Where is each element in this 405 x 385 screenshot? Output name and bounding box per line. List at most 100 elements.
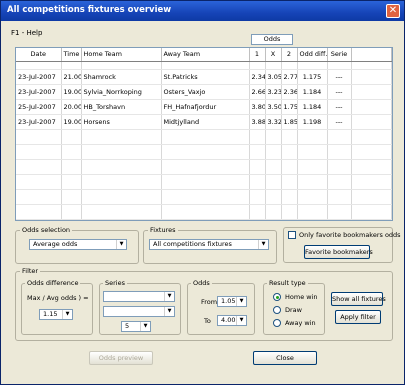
odds-to-value: 4.00 xyxy=(221,316,236,324)
favorite-bookmakers-checkbox-label: Only favorite bookmakers odds xyxy=(299,231,401,239)
table-empty-row xyxy=(16,159,392,175)
odds-range-label: Odds xyxy=(191,279,212,287)
cell-away-team: St.Patricks xyxy=(161,69,250,85)
cell-away-odds: 1.75 xyxy=(281,99,298,115)
table-row[interactable]: 23-Jul-2007 19.00 Horsens Midtjylland 3.… xyxy=(16,114,392,130)
window-title: All competitions fixtures overview xyxy=(7,5,172,15)
table-empty-row xyxy=(16,174,392,190)
fixtures-grid: Date Time Home Team Away Team 1 X 2 Odd … xyxy=(15,47,393,221)
odds-difference-dropdown[interactable]: 1.15 ▼ xyxy=(39,309,73,320)
column-header-serie[interactable]: Serie xyxy=(327,48,352,62)
chevron-down-icon: ▼ xyxy=(164,307,174,316)
table-empty-row xyxy=(16,204,392,220)
cell-home-odds: 2.34 xyxy=(249,69,266,85)
column-header-home-team[interactable]: Home Team xyxy=(81,48,162,62)
series-dropdown-1[interactable]: ▼ xyxy=(103,291,175,302)
odds-column-group-header: Odds xyxy=(251,34,293,45)
chevron-down-icon: ▼ xyxy=(164,292,174,301)
table-empty-row xyxy=(16,129,392,145)
fixtures-window: All competitions fixtures overview ✕ F1 … xyxy=(0,0,405,385)
cell-time: 19.00 xyxy=(61,114,82,130)
cell-serie: --- xyxy=(327,84,352,100)
series-count-dropdown[interactable]: 5 ▼ xyxy=(121,321,151,332)
result-type-label: Result type xyxy=(267,279,308,287)
cell-away-team: Midtjylland xyxy=(161,114,250,130)
odds-preview-button[interactable]: Odds preview xyxy=(89,351,153,365)
cell-time: 20.00 xyxy=(61,99,82,115)
cell-draw-odds: 3.05 xyxy=(265,69,282,85)
cell-time: 21.00 xyxy=(61,69,82,85)
filter-label: Filter xyxy=(20,267,41,275)
odds-from-dropdown[interactable]: 1.05 ▼ xyxy=(217,296,247,307)
odds-to-label: To xyxy=(204,317,211,325)
cell-away-odds: 1.85 xyxy=(281,114,298,130)
odds-difference-caption: Max / Avg odds ) = xyxy=(27,294,89,302)
result-away-win-radio[interactable] xyxy=(273,319,281,327)
odds-difference-label: Odds difference xyxy=(25,279,81,287)
odds-from-label: From xyxy=(201,298,218,306)
close-icon[interactable]: ✕ xyxy=(386,4,400,18)
help-menu[interactable]: F1 - Help xyxy=(11,29,42,37)
cell-draw-odds: 3.32 xyxy=(265,114,282,130)
cell-home-team: Shamrock xyxy=(81,69,162,85)
column-header-time[interactable]: Time xyxy=(61,48,82,62)
cell-serie: --- xyxy=(327,99,352,115)
result-draw-radio[interactable] xyxy=(273,306,281,314)
series-label: Series xyxy=(103,279,127,287)
chevron-down-icon: ▼ xyxy=(258,240,268,249)
result-home-win-radio[interactable] xyxy=(273,293,281,301)
cell-home-team: Sylvia_Norrkoping xyxy=(81,84,162,100)
cell-draw-odds: 3.23 xyxy=(265,84,282,100)
cell-home-team: HB_Torshavn xyxy=(81,99,162,115)
odds-from-value: 1.05 xyxy=(221,297,236,305)
cell-serie: --- xyxy=(327,114,352,130)
table-empty-row xyxy=(16,189,392,205)
result-home-win-label: Home win xyxy=(285,293,318,301)
result-away-win-label: Away win xyxy=(285,319,316,327)
table-row[interactable]: 23-Jul-2007 21.00 Shamrock St.Patricks 2… xyxy=(16,69,392,85)
favorite-bookmakers-button[interactable]: Favorite bookmakers xyxy=(304,245,373,259)
column-header-date[interactable]: Date xyxy=(16,48,62,62)
odds-to-dropdown[interactable]: 4.00 ▼ xyxy=(217,315,247,326)
cell-home-team: Horsens xyxy=(81,114,162,130)
cell-home-odds: 3.88 xyxy=(249,114,266,130)
close-button[interactable]: Close xyxy=(253,351,317,365)
column-header-draw-odds[interactable]: X xyxy=(265,48,282,62)
column-header-odd-diff[interactable]: Odd diff. xyxy=(297,48,328,62)
cell-date: 23-Jul-2007 xyxy=(16,69,62,85)
cell-away-team: Osters_Vaxjo xyxy=(161,84,250,100)
table-spacer-row xyxy=(16,61,392,70)
series-dropdown-2[interactable]: ▼ xyxy=(103,306,175,317)
cell-home-odds: 2.66 xyxy=(249,84,266,100)
cell-date: 23-Jul-2007 xyxy=(16,84,62,100)
odds-selection-value: Average odds xyxy=(33,240,78,248)
table-empty-row xyxy=(16,144,392,160)
cell-date: 23-Jul-2007 xyxy=(16,114,62,130)
show-all-fixtures-button[interactable]: Show all fixtures xyxy=(331,292,386,306)
cell-away-team: FH_Hafnafjordur xyxy=(161,99,250,115)
fixtures-dropdown[interactable]: All competitions fixtures ▼ xyxy=(149,239,269,250)
series-count-value: 5 xyxy=(125,322,130,330)
chevron-down-icon: ▼ xyxy=(62,310,72,319)
cell-away-odds: 2.36 xyxy=(281,84,298,100)
cell-filler xyxy=(351,99,392,115)
fixtures-table: Date Time Home Team Away Team 1 X 2 Odd … xyxy=(16,48,392,220)
chevron-down-icon: ▼ xyxy=(140,322,150,331)
cell-filler xyxy=(351,84,392,100)
cell-filler xyxy=(351,114,392,130)
apply-filter-button[interactable]: Apply filter xyxy=(335,310,381,324)
column-header-filler xyxy=(351,48,392,62)
cell-home-odds: 3.80 xyxy=(249,99,266,115)
table-row[interactable]: 25-Jul-2007 20.00 HB_Torshavn FH_Hafnafj… xyxy=(16,99,392,115)
table-row[interactable]: 23-Jul-2007 19.00 Sylvia_Norrkoping Oste… xyxy=(16,84,392,100)
column-header-away-odds[interactable]: 2 xyxy=(281,48,298,62)
odds-range-group xyxy=(187,283,255,335)
odds-selection-dropdown[interactable]: Average odds ▼ xyxy=(29,239,127,250)
column-header-home-odds[interactable]: 1 xyxy=(249,48,266,62)
chevron-down-icon: ▼ xyxy=(236,316,246,325)
column-header-away-team[interactable]: Away Team xyxy=(161,48,250,62)
title-bar: All competitions fixtures overview ✕ xyxy=(1,1,404,21)
result-draw-label: Draw xyxy=(285,306,302,314)
favorite-bookmakers-checkbox[interactable] xyxy=(288,231,296,239)
fixtures-label: Fixtures xyxy=(148,226,178,234)
